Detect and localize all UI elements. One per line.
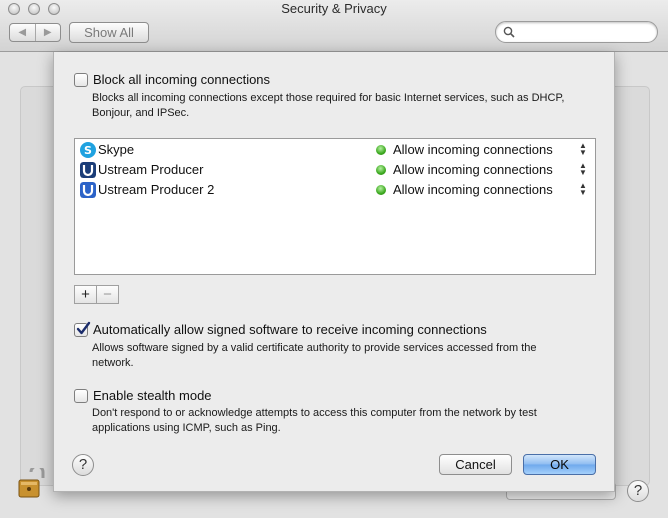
forward-button[interactable]: ▶ (36, 24, 61, 41)
list-item[interactable]: Ustream Producer Allow incoming connecti… (75, 160, 595, 180)
skype-icon: S (80, 142, 96, 158)
stealth-mode-checkbox[interactable] (74, 388, 88, 403)
connection-status[interactable]: Allow incoming connections (393, 142, 553, 157)
search-input[interactable] (495, 21, 658, 43)
block-all-row: Block all incoming connections (74, 72, 270, 87)
auto-allow-checkbox[interactable] (74, 321, 91, 337)
sheet-help-button[interactable]: ? (72, 454, 94, 476)
app-name: Skype (98, 142, 135, 157)
auto-allow-row: Automatically allow signed software to r… (74, 321, 487, 337)
block-all-label: Block all incoming connections (93, 72, 271, 87)
up-down-arrows-icon[interactable]: ▲ ▼ (578, 162, 588, 178)
svg-text:S: S (84, 144, 92, 157)
window-toolbar: Security & Privacy ◀ ▶ Show All (0, 0, 668, 52)
up-down-arrows-icon[interactable]: ▲ ▼ (578, 182, 588, 198)
checkmark-icon (76, 321, 91, 334)
help-button[interactable]: ? (627, 480, 649, 502)
auto-allow-label: Automatically allow signed software to r… (93, 322, 487, 337)
up-down-arrows-icon[interactable]: ▲ ▼ (578, 142, 588, 158)
chevron-right-icon: ▶ (43, 27, 52, 38)
stealth-mode-description: Don't respond to or acknowledge attempts… (92, 407, 537, 434)
connection-status[interactable]: Allow incoming connections (393, 162, 553, 177)
show-all-button[interactable]: Show All (69, 22, 149, 43)
list-item[interactable]: Ustream Producer 2 Allow incoming connec… (75, 180, 595, 200)
ok-button[interactable]: OK (523, 454, 596, 475)
back-forward-control: ◀ ▶ (9, 23, 61, 42)
auto-allow-description: Allows software signed by a valid certif… (92, 342, 537, 369)
connection-status[interactable]: Allow incoming connections (393, 182, 553, 197)
search-icon (503, 26, 515, 38)
stealth-row: Enable stealth mode (74, 388, 212, 403)
list-item[interactable]: S Skype Allow incoming connections ▲ ▼ (75, 140, 595, 160)
application-list[interactable]: S Skype Allow incoming connections ▲ ▼ Us… (74, 138, 596, 275)
remove-app-button[interactable]: − (97, 286, 118, 303)
lock-icon[interactable] (15, 464, 47, 500)
back-button[interactable]: ◀ (10, 24, 36, 41)
block-all-description: Blocks all incoming connections except t… (92, 92, 565, 119)
app-name: Ustream Producer (98, 162, 204, 177)
firewall-options-sheet: Block all incoming connections Blocks al… (53, 52, 615, 492)
cancel-button[interactable]: Cancel (439, 454, 512, 475)
status-indicator (376, 145, 386, 155)
status-indicator (376, 165, 386, 175)
stealth-mode-label: Enable stealth mode (93, 388, 212, 403)
add-remove-control: + − (74, 285, 119, 304)
ustream-icon (80, 162, 96, 178)
chevron-left-icon: ◀ (18, 27, 27, 38)
ustream-icon (80, 182, 96, 198)
status-indicator (376, 185, 386, 195)
window-title: Security & Privacy (281, 1, 387, 16)
block-all-checkbox[interactable] (74, 72, 88, 87)
app-name: Ustream Producer 2 (98, 182, 215, 197)
add-app-button[interactable]: + (75, 286, 97, 303)
